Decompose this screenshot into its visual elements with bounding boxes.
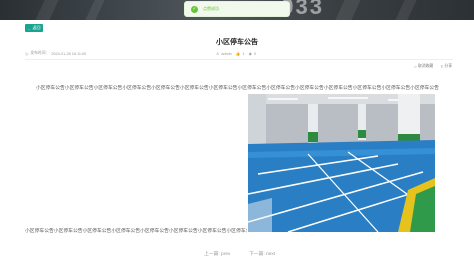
- divider: [25, 59, 453, 60]
- article-actions: ☆ 取消收藏 ⇪ 分享: [414, 64, 452, 69]
- parking-lot-image: [248, 94, 435, 232]
- content-paragraph: 小区停车公告小区停车公告小区停车公告小区停车公告小区停车公告小区停车公告小区停车…: [36, 86, 439, 91]
- unfavorite-button[interactable]: ☆ 取消收藏: [414, 64, 434, 69]
- share-button[interactable]: ⇪ 分享: [440, 64, 452, 69]
- author-name: admin: [221, 51, 232, 56]
- share-label: 分享: [444, 64, 452, 68]
- page-title: 小区停车公告: [216, 39, 258, 46]
- user-icon: ♙: [216, 52, 220, 56]
- article-stats: ♙ admin 👍 1 ◉ 0: [216, 51, 257, 57]
- prev-article-link[interactable]: 上一篇: prev: [204, 250, 230, 257]
- check-circle-icon: ✓: [191, 5, 198, 13]
- arrow-left-icon: ←: [27, 25, 32, 31]
- like-count: 1: [242, 51, 245, 56]
- success-toast: ✓ 点赞成功: [184, 1, 290, 17]
- next-article-link[interactable]: 下一篇: next: [249, 250, 275, 257]
- unfavorite-label: 取消收藏: [418, 64, 434, 68]
- view-count: 0: [253, 51, 257, 56]
- publish-label: 发布时间：: [30, 51, 50, 55]
- thumbs-up-icon[interactable]: 👍: [236, 51, 241, 56]
- star-icon: ☆: [413, 65, 418, 69]
- content-paragraph-2: 小区停车公告小区停车公告小区停车公告小区停车公告小区停车公告小区停车公告小区停车…: [25, 229, 247, 234]
- back-button[interactable]: ← 返回: [25, 24, 43, 32]
- toast-message: 点赞成功: [203, 6, 219, 11]
- publish-info: ◷ 发布时间： 2024-01-26 16:11:00: [25, 51, 86, 56]
- back-button-label: 返回: [32, 25, 41, 30]
- share-icon: ⇪: [440, 65, 444, 69]
- eye-icon: ◉: [248, 52, 252, 56]
- publish-time: 2024-01-26 16:11:00: [51, 51, 87, 56]
- clock-icon: ◷: [25, 52, 29, 56]
